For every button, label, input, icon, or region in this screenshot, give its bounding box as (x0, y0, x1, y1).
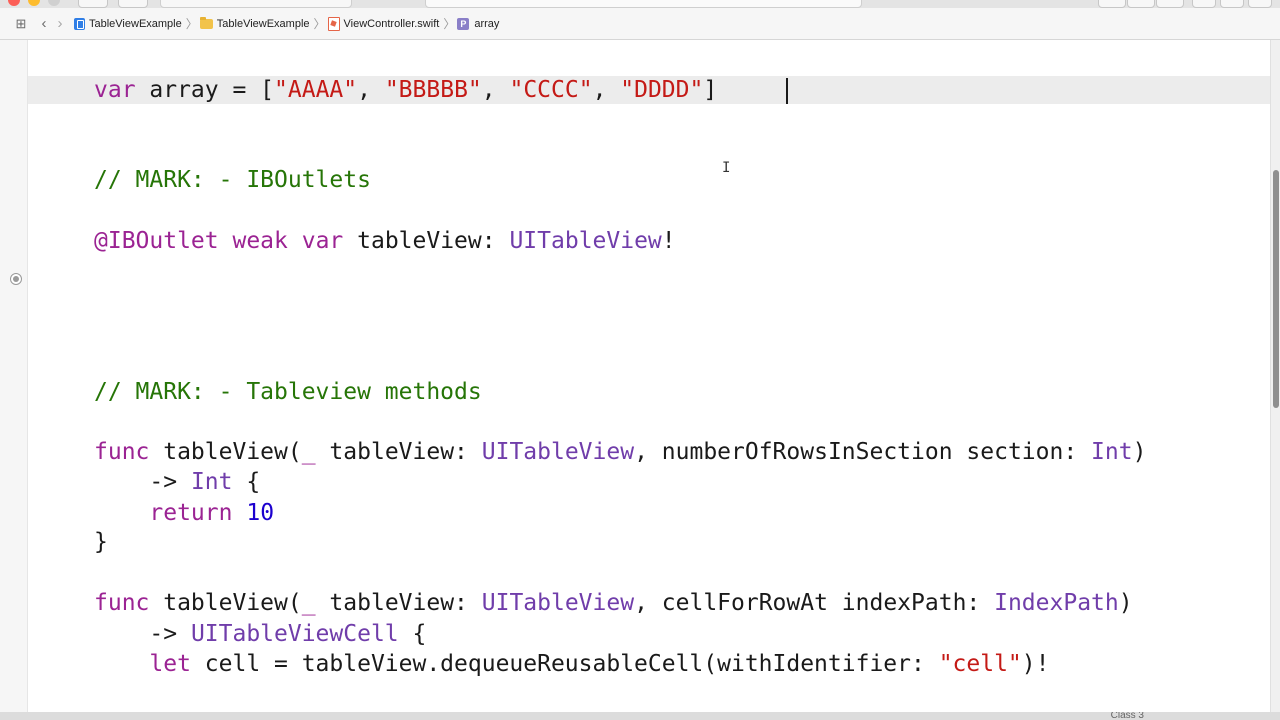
source-editor[interactable]: var array = ["AAAA", "BBBBB", "CCCC", "D… (0, 0, 1146, 677)
code-token: , cellForRowAt indexPath: (634, 590, 995, 616)
code-token: ! (661, 228, 676, 254)
code-line[interactable]: return 10 (94, 499, 274, 527)
code-token: { (232, 469, 261, 495)
code-line[interactable]: -> Int { (94, 468, 260, 496)
window-toolbar (0, 0, 1280, 8)
stop-button[interactable] (118, 0, 148, 8)
type-token: UITableView (509, 228, 662, 254)
bottom-strip: Class 3 (0, 712, 1280, 720)
property-icon: P (457, 17, 470, 30)
vertical-scrollbar[interactable] (1270, 40, 1280, 712)
breadcrumb-label: array (474, 17, 500, 30)
code-token: tableView: (343, 228, 510, 254)
number-token: 10 (246, 500, 275, 526)
minimize-window-button[interactable] (28, 0, 40, 6)
back-arrow-icon[interactable]: ‹ (36, 15, 52, 32)
keyword-token: func (94, 590, 150, 616)
keyword-token: var (94, 77, 136, 103)
keyword-token: func (94, 439, 150, 465)
type-token: UITableView (481, 590, 635, 616)
run-button[interactable] (78, 0, 108, 8)
string-token: "BBBBB" (384, 77, 482, 103)
folder-icon (199, 16, 213, 29)
type-token: UITableViewCell (190, 621, 399, 647)
debug-area-toggle-button[interactable] (1220, 0, 1244, 8)
string-token: "CCCC" (509, 77, 593, 103)
keyword-token: var (301, 228, 344, 254)
activity-viewer (425, 0, 862, 8)
code-token: , (481, 77, 510, 103)
code-line-comment[interactable]: // MARK: - Tableview methods (94, 378, 482, 406)
code-token: -> (94, 469, 191, 495)
code-token: cell = tableView.dequeueReusableCell(wit… (190, 651, 939, 677)
standard-editor-button[interactable] (1098, 0, 1126, 8)
code-line[interactable]: } (94, 528, 108, 556)
breadcrumb-file[interactable]: ViewController.swift 〉 (327, 15, 458, 32)
breadcrumb-label: TableViewExample (89, 17, 182, 30)
chevron-right-icon: 〉 (185, 17, 198, 31)
code-token: tableView( (149, 590, 302, 616)
type-token: IndexPath (994, 590, 1119, 616)
keyword-token: return (149, 500, 233, 526)
breadcrumb-symbol[interactable]: P array (457, 17, 500, 30)
keyword-token: weak (232, 228, 288, 254)
text-caret (786, 78, 788, 104)
code-line[interactable]: -> UITableViewCell { (94, 620, 426, 648)
assistant-editor-button[interactable] (1127, 0, 1155, 8)
code-token: , numberOfRowsInSection section: (634, 439, 1092, 465)
code-token: tableView: (315, 439, 482, 465)
swift-file-icon (327, 16, 340, 31)
utilities-toggle-button[interactable] (1248, 0, 1272, 8)
breadcrumb-project[interactable]: TableViewExample 〉 (74, 15, 200, 32)
breadcrumb-label: ViewController.swift (343, 17, 440, 30)
jump-bar: ⊞ ‹ › TableViewExample 〉 TableViewExampl… (0, 8, 1280, 40)
code-token: ) (1132, 439, 1147, 465)
code-token: , (357, 77, 385, 103)
code-token: ] (703, 77, 718, 103)
bottom-label: Class 3 (1110, 712, 1144, 720)
code-token: ) (1118, 590, 1133, 616)
type-token: Int (1091, 439, 1133, 465)
code-token: , (592, 77, 621, 103)
scrollbar-thumb[interactable] (1273, 170, 1279, 408)
chevron-right-icon: 〉 (443, 17, 456, 31)
code-line-comment[interactable]: // MARK: - IBOutlets (94, 166, 371, 194)
code-token: array = [ (135, 77, 275, 103)
version-editor-button[interactable] (1156, 0, 1184, 8)
code-line[interactable]: func tableView(_ tableView: UITableView,… (94, 438, 1146, 466)
code-line[interactable]: let cell = tableView.dequeueReusableCell… (94, 650, 1049, 678)
forward-arrow-icon[interactable]: › (52, 15, 68, 32)
code-token: { (398, 621, 427, 647)
string-token: "DDDD" (620, 77, 704, 103)
zoom-window-button[interactable] (48, 0, 60, 6)
code-token: tableView: (315, 590, 482, 616)
attribute-token: @IBOutlet (94, 228, 219, 254)
code-token: -> (94, 621, 191, 647)
keyword-token: _ (301, 590, 316, 616)
navigator-toggle-button[interactable] (1192, 0, 1216, 8)
code-token: tableView( (149, 439, 302, 465)
breadcrumb-group[interactable]: TableViewExample 〉 (199, 15, 328, 32)
type-token: Int (190, 469, 233, 495)
string-token: "AAAA" (274, 77, 358, 103)
ibeam-cursor-icon: I (722, 160, 731, 176)
type-token: UITableView (481, 439, 635, 465)
code-line[interactable]: @IBOutlet weak var tableView: UITableVie… (94, 227, 676, 255)
string-token: "cell" (938, 651, 1022, 677)
code-line[interactable]: func tableView(_ tableView: UITableView,… (94, 589, 1133, 617)
chevron-right-icon: 〉 (313, 17, 326, 31)
project-icon (74, 17, 85, 30)
keyword-token: let (149, 651, 191, 677)
breadcrumb-label: TableViewExample (216, 17, 310, 30)
code-line[interactable]: var array = ["AAAA", "BBBBB", "CCCC", "D… (94, 76, 717, 104)
code-token: )! (1021, 651, 1050, 677)
keyword-token: _ (301, 439, 316, 465)
scheme-selector[interactable] (160, 0, 352, 8)
